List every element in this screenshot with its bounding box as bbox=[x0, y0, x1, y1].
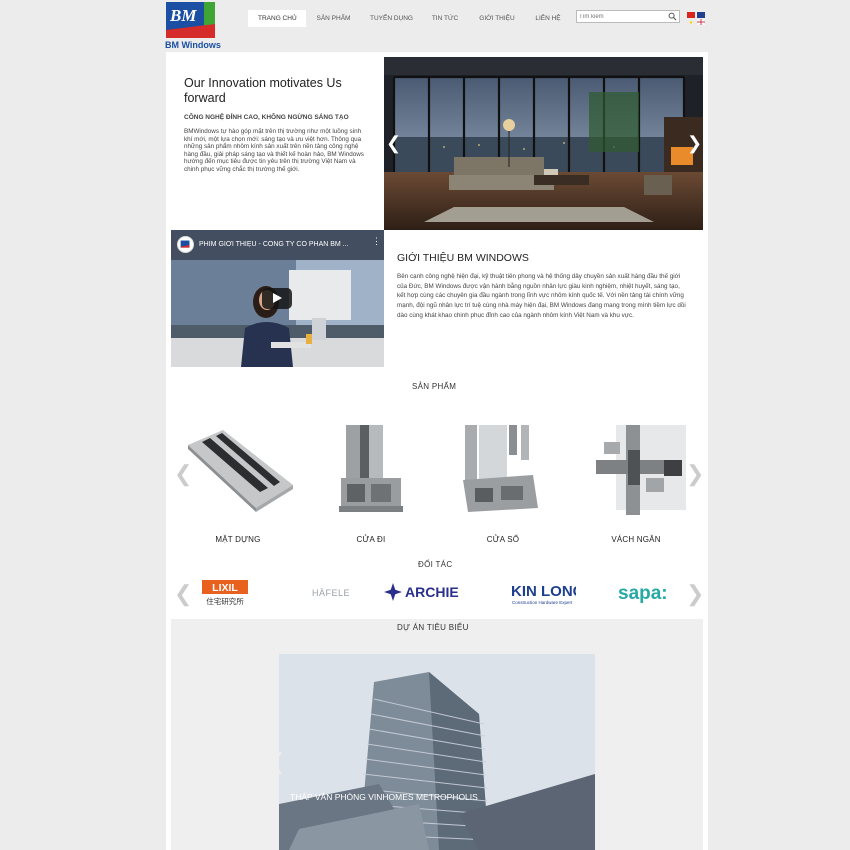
search-icon[interactable] bbox=[668, 12, 677, 21]
svg-text:Construction Hardware Expert: Construction Hardware Expert bbox=[512, 600, 573, 605]
project-caption: THÁP VĂN PHÒNG VINHOMES METROPHOLIS bbox=[290, 792, 478, 802]
partners-next-arrow-icon[interactable]: ❯ bbox=[686, 582, 704, 606]
logo-text: BM Windows bbox=[165, 40, 221, 50]
partners-section-title: ĐỐI TÁC bbox=[418, 560, 453, 569]
nav-about[interactable]: GIỚI THIỆU bbox=[469, 10, 525, 27]
intro-video[interactable]: PHIM GIỚI THIỆU - CÔNG TY CỔ PHẦN BM ...… bbox=[171, 230, 384, 367]
svg-text:sapa:: sapa: bbox=[618, 583, 668, 604]
hero-image-living-room bbox=[384, 57, 703, 230]
vietnam-flag-icon[interactable] bbox=[687, 12, 695, 24]
product-label[interactable]: MẶT DỰNG bbox=[178, 535, 298, 544]
product-image-curtain-wall bbox=[188, 430, 293, 512]
svg-text:HÄFELE: HÄFELE bbox=[312, 588, 350, 598]
logo-mark: BM bbox=[166, 2, 215, 38]
hero-next-arrow-icon[interactable]: ❯ bbox=[687, 133, 702, 153]
nav-products[interactable]: SẢN PHẨM bbox=[306, 10, 361, 27]
hero-slider[interactable]: ❮ ❯ bbox=[384, 57, 703, 230]
partner-logo-lixil[interactable]: LIXIL 住宅研究所 bbox=[202, 578, 248, 608]
nav-home[interactable]: TRANG CHỦ bbox=[248, 10, 306, 27]
project-next-arrow-icon[interactable]: ❯ bbox=[593, 750, 595, 774]
about-text: Bên cạnh công nghệ hiện đại, kỹ thuật ti… bbox=[397, 273, 686, 319]
about-title: GIỚI THIỆU BM WINDOWS bbox=[397, 252, 529, 264]
product-card[interactable]: CỬA SỔ bbox=[443, 420, 563, 550]
project-prev-arrow-icon[interactable]: ❮ bbox=[279, 750, 285, 774]
intro-subtitle: CÔNG NGHỆ ĐỈNH CAO, KHÔNG NGỪNG SÁNG TẠO bbox=[184, 114, 349, 121]
nav-recruitment[interactable]: TUYỂN DỤNG bbox=[361, 10, 421, 27]
search-box bbox=[576, 10, 680, 23]
project-slider[interactable]: ❮ ❯ bbox=[279, 654, 595, 850]
projects-section-title: DỰ ÁN TIÊU BIỂU bbox=[397, 623, 469, 632]
partner-logo-hafele[interactable]: HÄFELE bbox=[310, 578, 352, 608]
video-title[interactable]: PHIM GIỚI THIỆU - CÔNG TY CỔ PHẦN BM ... bbox=[199, 241, 359, 248]
product-card[interactable]: CỬA ĐI bbox=[311, 420, 431, 550]
intro-text: BMWindows tự hào góp mặt trên thị trường… bbox=[184, 128, 364, 173]
svg-text:KIN LONG: KIN LONG bbox=[511, 583, 576, 600]
partner-logo-archie[interactable]: ARCHIE bbox=[384, 578, 490, 608]
product-card[interactable]: MẶT DỰNG bbox=[178, 420, 298, 550]
video-menu-icon[interactable]: ⋮ bbox=[372, 237, 381, 246]
product-image-door bbox=[339, 425, 403, 512]
uk-flag-icon[interactable] bbox=[696, 12, 706, 26]
channel-avatar[interactable] bbox=[177, 236, 194, 253]
product-card[interactable]: VÁCH NGĂN bbox=[576, 420, 696, 550]
intro-title: Our Innovation motivates Us forward bbox=[184, 76, 342, 105]
site-header: BM BM Windows TRANG CHỦ SẢN PHẨM TUYỂN D… bbox=[0, 0, 850, 52]
product-label[interactable]: VÁCH NGĂN bbox=[576, 535, 696, 544]
project-image-tower bbox=[279, 654, 595, 850]
main-nav: TRANG CHỦ SẢN PHẨM TUYỂN DỤNG TIN TỨC GI… bbox=[248, 10, 571, 27]
partner-logo-kinlong[interactable]: KIN LONG Construction Hardware Expert bbox=[510, 578, 584, 608]
svg-text:ARCHIE: ARCHIE bbox=[405, 584, 459, 600]
partner-logo-sapa[interactable]: sapa: bbox=[616, 578, 682, 608]
svg-text:住宅研究所: 住宅研究所 bbox=[206, 596, 244, 606]
bm-windows-logo[interactable]: BM BM Windows bbox=[165, 2, 221, 50]
partners-prev-arrow-icon[interactable]: ❮ bbox=[174, 582, 192, 606]
play-button-icon[interactable] bbox=[262, 288, 292, 309]
svg-text:BM: BM bbox=[169, 6, 197, 25]
nav-contact[interactable]: LIÊN HỆ bbox=[525, 10, 571, 27]
product-image-window bbox=[463, 425, 538, 512]
product-label[interactable]: CỬA ĐI bbox=[311, 535, 431, 544]
nav-news[interactable]: TIN TỨC bbox=[421, 10, 469, 27]
products-section-title: SẢN PHẨM bbox=[412, 382, 457, 391]
svg-text:LIXIL: LIXIL bbox=[212, 582, 238, 594]
product-label[interactable]: CỬA SỔ bbox=[443, 535, 563, 544]
hero-prev-arrow-icon[interactable]: ❮ bbox=[386, 133, 401, 153]
search-input[interactable] bbox=[579, 11, 665, 22]
product-image-partition bbox=[596, 425, 686, 515]
